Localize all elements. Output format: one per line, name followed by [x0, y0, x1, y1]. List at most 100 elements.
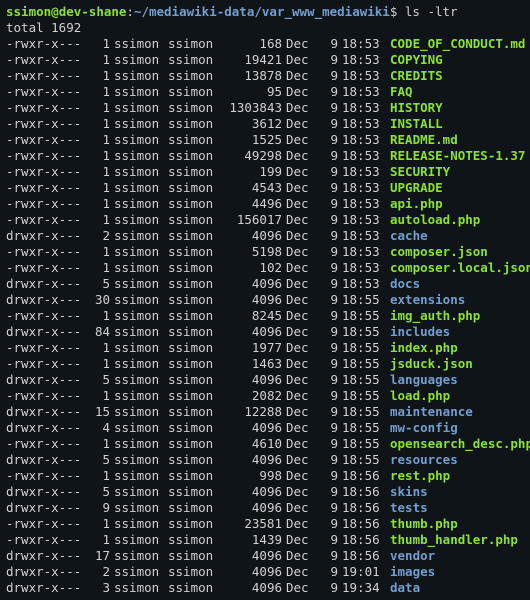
link-count: 1: [86, 308, 110, 324]
listing-row: drwxr-x---84ssimonssimon4096Dec918:55inc…: [6, 324, 524, 340]
size: 13878: [222, 68, 282, 84]
permissions: -rwxr-x---: [6, 260, 86, 276]
owner: ssimon: [110, 420, 168, 436]
size: 998: [222, 468, 282, 484]
permissions: -rwxr-x---: [6, 308, 86, 324]
listing-row: -rwxr-x---1ssimonssimon3612Dec918:53INST…: [6, 116, 524, 132]
permissions: -rwxr-x---: [6, 100, 86, 116]
time: 19:34: [338, 580, 386, 596]
file-name: thumb_handler.php: [386, 532, 518, 548]
month: Dec: [282, 420, 316, 436]
link-count: 1: [86, 340, 110, 356]
owner: ssimon: [110, 132, 168, 148]
month: Dec: [282, 532, 316, 548]
group: ssimon: [168, 276, 222, 292]
time: 18:53: [338, 164, 386, 180]
month: Dec: [282, 132, 316, 148]
size: 4096: [222, 372, 282, 388]
link-count: 17: [86, 548, 110, 564]
day: 9: [316, 276, 338, 292]
owner: ssimon: [110, 468, 168, 484]
time: 18:55: [338, 340, 386, 356]
permissions: -rwxr-x---: [6, 36, 86, 52]
time: 18:55: [338, 388, 386, 404]
link-count: 5: [86, 452, 110, 468]
month: Dec: [282, 116, 316, 132]
directory-name: tests: [386, 500, 428, 516]
permissions: -rwxr-x---: [6, 148, 86, 164]
owner: ssimon: [110, 516, 168, 532]
owner: ssimon: [110, 68, 168, 84]
time: 18:55: [338, 372, 386, 388]
day: 9: [316, 84, 338, 100]
permissions: -rwxr-x---: [6, 84, 86, 100]
time: 18:53: [338, 84, 386, 100]
prompt-dollar: $: [390, 4, 398, 19]
time: 18:55: [338, 436, 386, 452]
day: 9: [316, 116, 338, 132]
file-name: INSTALL: [386, 116, 443, 132]
link-count: 1: [86, 84, 110, 100]
file-name: composer.json: [386, 244, 488, 260]
file-name: opensearch_desc.php: [386, 436, 530, 452]
size: 1303843: [222, 100, 282, 116]
owner: ssimon: [110, 532, 168, 548]
terminal[interactable]: ssimon@dev-shane:~/mediawiki-data/var_ww…: [6, 4, 524, 596]
listing-row: drwxr-x---17ssimonssimon4096Dec918:56ven…: [6, 548, 524, 564]
listing-row: -rwxr-x---1ssimonssimon1525Dec918:53READ…: [6, 132, 524, 148]
time: 18:56: [338, 532, 386, 548]
day: 9: [316, 452, 338, 468]
group: ssimon: [168, 212, 222, 228]
file-name: img_auth.php: [386, 308, 480, 324]
day: 9: [316, 388, 338, 404]
time: 18:53: [338, 132, 386, 148]
month: Dec: [282, 148, 316, 164]
permissions: -rwxr-x---: [6, 340, 86, 356]
month: Dec: [282, 372, 316, 388]
group: ssimon: [168, 292, 222, 308]
size: 4496: [222, 196, 282, 212]
permissions: -rwxr-x---: [6, 212, 86, 228]
size: 49298: [222, 148, 282, 164]
day: 9: [316, 564, 338, 580]
size: 4096: [222, 564, 282, 580]
listing-row: drwxr-x---5ssimonssimon4096Dec918:53docs: [6, 276, 524, 292]
group: ssimon: [168, 372, 222, 388]
month: Dec: [282, 564, 316, 580]
directory-name: maintenance: [386, 404, 473, 420]
owner: ssimon: [110, 100, 168, 116]
month: Dec: [282, 388, 316, 404]
permissions: -rwxr-x---: [6, 356, 86, 372]
group: ssimon: [168, 516, 222, 532]
time: 18:53: [338, 196, 386, 212]
month: Dec: [282, 308, 316, 324]
day: 9: [316, 548, 338, 564]
permissions: -rwxr-x---: [6, 52, 86, 68]
month: Dec: [282, 548, 316, 564]
owner: ssimon: [110, 500, 168, 516]
owner: ssimon: [110, 180, 168, 196]
day: 9: [316, 196, 338, 212]
permissions: drwxr-x---: [6, 372, 86, 388]
group: ssimon: [168, 452, 222, 468]
link-count: 1: [86, 244, 110, 260]
owner: ssimon: [110, 308, 168, 324]
time: 18:55: [338, 452, 386, 468]
directory-name: cache: [386, 228, 428, 244]
group: ssimon: [168, 484, 222, 500]
listing-row: -rwxr-x---1ssimonssimon19421Dec918:53COP…: [6, 52, 524, 68]
command-input[interactable]: ls -ltr: [405, 4, 458, 19]
day: 9: [316, 68, 338, 84]
directory-name: mw-config: [386, 420, 458, 436]
day: 9: [316, 420, 338, 436]
link-count: 4: [86, 420, 110, 436]
time: 18:55: [338, 356, 386, 372]
month: Dec: [282, 196, 316, 212]
group: ssimon: [168, 132, 222, 148]
size: 12288: [222, 404, 282, 420]
permissions: drwxr-x---: [6, 276, 86, 292]
directory-name: vendor: [386, 548, 435, 564]
listing-row: -rwxr-x---1ssimonssimon5198Dec918:53comp…: [6, 244, 524, 260]
size: 4096: [222, 500, 282, 516]
permissions: -rwxr-x---: [6, 164, 86, 180]
